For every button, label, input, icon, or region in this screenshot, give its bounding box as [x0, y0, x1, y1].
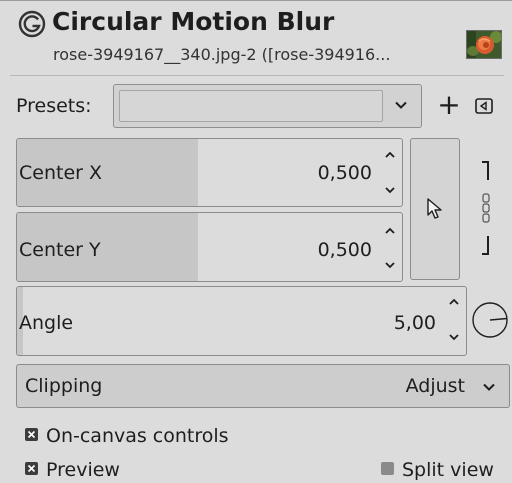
center-y-value[interactable]: 0,500 [318, 237, 372, 263]
increment-icon[interactable] [384, 227, 396, 235]
pointer-icon [427, 198, 442, 219]
clipping-combobox[interactable]: Clipping Adjust [16, 364, 510, 408]
gimp-filter-icon [18, 10, 46, 38]
clipping-value: Adjust [405, 375, 465, 397]
decrement-icon[interactable] [448, 333, 460, 341]
center-x-label: Center X [19, 162, 103, 184]
decrement-icon[interactable] [384, 261, 396, 269]
chevron-down-icon [395, 101, 407, 109]
center-y-stepper[interactable] [379, 213, 401, 281]
add-preset-button[interactable]: + [436, 90, 462, 120]
preview-label: Preview [46, 459, 120, 481]
rose-image-thumbnail [466, 30, 502, 59]
chain-link-icon[interactable] [478, 160, 494, 256]
checkbox-icon[interactable] [25, 462, 38, 475]
angle-stepper[interactable] [443, 287, 465, 355]
chevron-down-icon [483, 383, 495, 391]
angle-spinscale[interactable]: Angle 5,00 [16, 286, 467, 356]
decrement-icon[interactable] [384, 186, 396, 194]
center-y-spinscale[interactable]: Center Y 0,500 [16, 212, 403, 282]
angle-dial-icon[interactable] [470, 300, 510, 340]
center-y-label: Center Y [19, 239, 101, 261]
increment-icon[interactable] [448, 298, 460, 306]
angle-value[interactable]: 5,00 [394, 310, 436, 336]
center-x-spinscale[interactable]: Center X 0,500 [16, 138, 403, 207]
checkbox-icon[interactable] [25, 428, 38, 441]
on-canvas-controls-label: On-canvas controls [46, 425, 229, 447]
header-separator [10, 75, 504, 76]
angle-label: Angle [19, 312, 74, 334]
presets-label: Presets: [16, 95, 92, 117]
center-x-stepper[interactable] [379, 139, 401, 206]
increment-icon[interactable] [384, 151, 396, 159]
dialog-title: Circular Motion Blur [52, 7, 335, 36]
center-x-value[interactable]: 0,500 [318, 160, 372, 186]
image-subtitle: rose-3949167__340.jpg-2 ([rose-394916... [53, 45, 391, 64]
presets-entry[interactable] [119, 90, 383, 122]
menu-icon[interactable] [474, 96, 494, 116]
clipping-label: Clipping [25, 375, 103, 397]
presets-combobox[interactable] [113, 84, 422, 128]
pick-center-button[interactable] [410, 138, 460, 280]
window-top-border [0, 0, 512, 1]
split-view-label: Split view [402, 459, 494, 481]
checkbox-icon[interactable] [381, 462, 394, 475]
